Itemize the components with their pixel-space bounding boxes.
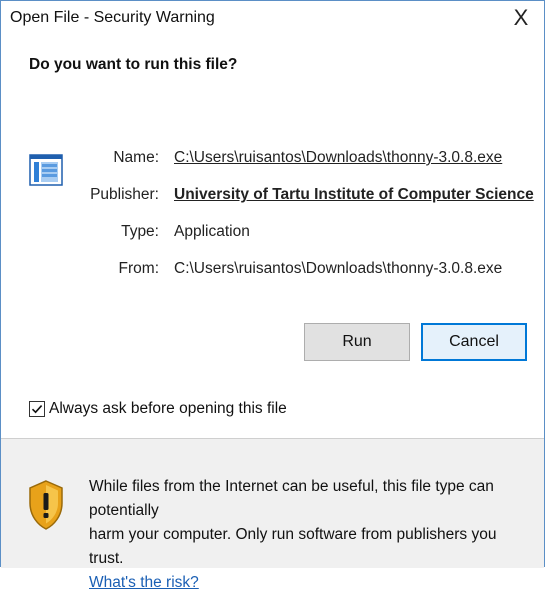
close-icon: X xyxy=(513,5,529,30)
checkmark-icon xyxy=(31,405,43,414)
from-row: From: C:\Users\ruisantos\Downloads\thonn… xyxy=(1,260,544,282)
always-ask-checkbox[interactable] xyxy=(29,401,45,417)
from-label: From: xyxy=(118,260,159,277)
type-row: Type: Application xyxy=(1,223,544,245)
title-bar: Open File - Security Warning X xyxy=(1,1,544,35)
name-row: Name: C:\Users\ruisantos\Downloads\thonn… xyxy=(1,149,544,171)
name-label: Name: xyxy=(113,149,159,166)
warning-line-2: harm your computer. Only run software fr… xyxy=(89,526,497,567)
publisher-label: Publisher: xyxy=(90,186,159,203)
type-value: Application xyxy=(174,223,250,240)
warning-text: While files from the Internet can be use… xyxy=(89,475,534,595)
shield-warning-icon xyxy=(29,480,63,530)
close-button[interactable]: X xyxy=(498,1,544,35)
warning-line-1: While files from the Internet can be use… xyxy=(89,478,494,519)
security-warning-dialog: Open File - Security Warning X Do you wa… xyxy=(0,0,545,591)
cancel-button[interactable]: Cancel xyxy=(421,323,527,361)
name-link[interactable]: C:\Users\ruisantos\Downloads\thonny-3.0.… xyxy=(174,149,502,167)
publisher-row: Publisher: University of Tartu Institute… xyxy=(1,186,544,208)
publisher-link[interactable]: University of Tartu Institute of Compute… xyxy=(174,186,534,204)
whats-the-risk-link[interactable]: What's the risk? xyxy=(89,574,199,591)
type-label: Type: xyxy=(121,223,159,240)
from-value: C:\Users\ruisantos\Downloads\thonny-3.0.… xyxy=(174,260,503,277)
always-ask-label[interactable]: Always ask before opening this file xyxy=(49,400,287,418)
run-button[interactable]: Run xyxy=(304,323,410,361)
question-heading: Do you want to run this file? xyxy=(29,56,238,73)
window-title: Open File - Security Warning xyxy=(10,9,215,26)
